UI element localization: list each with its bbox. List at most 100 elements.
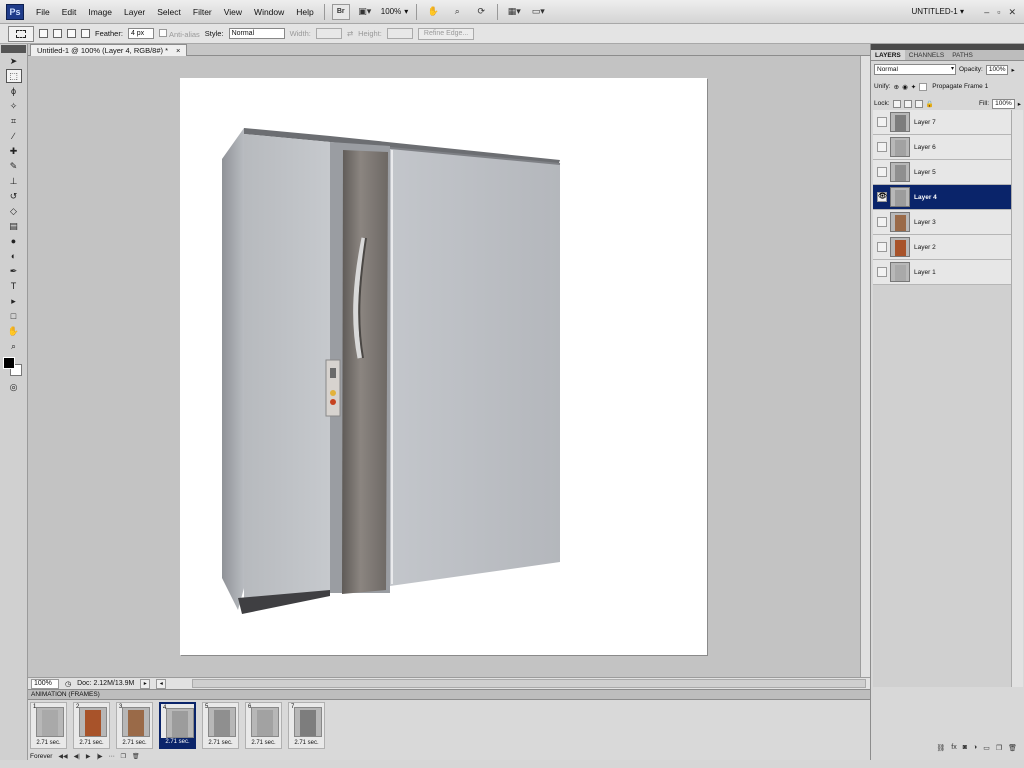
screen-mode-button[interactable]: ▭▾ [529,4,547,20]
intersect-selection-mode[interactable] [81,29,90,38]
unify-position-icon[interactable]: ⊕ [894,83,899,91]
layer-row[interactable]: Layer 7 [873,110,1011,135]
antialias-checkbox[interactable]: Anti-alias [158,28,200,39]
restore-button[interactable]: ▫ [997,0,1000,24]
new-group-icon[interactable]: ▭ [983,744,990,758]
new-selection-mode[interactable] [39,29,48,38]
healing-brush-tool-icon[interactable]: ✚ [6,144,22,158]
minimize-button[interactable]: – [984,0,989,24]
animation-frame[interactable]: 5 2.71 sec. [202,702,239,749]
zoom-level-select[interactable]: 100% ▾ [377,7,412,16]
animation-frame-selected[interactable]: 4 2.71 sec. [159,702,196,749]
animation-panel-tab[interactable]: ANIMATION (FRAMES) [28,690,870,700]
lock-position-icon[interactable] [914,99,923,108]
frame-delay[interactable]: 2.71 sec. [74,739,109,748]
frame-delay[interactable]: 2.71 sec. [161,738,194,747]
layer-style-icon[interactable]: fx [951,744,956,758]
layer-row-selected[interactable]: 👁 Layer 4 [873,185,1011,210]
animation-frame[interactable]: 6 2.71 sec. [245,702,282,749]
bridge-button[interactable]: Br [331,3,350,20]
chevron-right-icon[interactable]: ▸ [1018,100,1021,108]
close-button[interactable]: ✕ [1008,0,1016,24]
play-icon[interactable]: ▶ [86,753,91,760]
visibility-toggle[interactable] [877,167,887,177]
chevron-right-icon[interactable]: ▸ [1011,66,1014,74]
rotate-view-button[interactable]: ⟳ [472,4,490,20]
workspace-switcher[interactable]: UNTITLED-1 ▾ [912,0,964,24]
subtract-selection-mode[interactable] [67,29,76,38]
height-input[interactable] [386,28,413,39]
loop-select[interactable]: Forever [30,753,52,760]
menu-window[interactable]: Window [248,0,290,24]
menu-image[interactable]: Image [82,0,118,24]
animation-frame[interactable]: 1 2.71 sec. [30,702,67,749]
tab-paths[interactable]: PATHS [948,50,977,60]
adjustment-layer-icon[interactable]: ◑ [973,744,977,758]
canvas-area[interactable] [28,56,860,677]
zoom-tool-button[interactable]: ⌕ [448,4,466,20]
menu-help[interactable]: Help [290,0,319,24]
frame-delay[interactable]: 2.71 sec. [289,739,324,748]
hand-tool-button[interactable]: ✋ [424,4,442,20]
next-frame-icon[interactable]: |▶ [96,753,102,760]
clone-stamp-tool-icon[interactable]: ⊥ [6,174,22,188]
visibility-toggle[interactable]: 👁 [877,192,887,202]
menu-file[interactable]: File [30,0,56,24]
canvas-horizontal-scrollbar[interactable] [192,679,866,688]
visibility-toggle[interactable] [877,142,887,152]
close-icon[interactable]: × [176,45,180,56]
layer-row[interactable]: Layer 6 [873,135,1011,160]
layer-mask-icon[interactable]: ◙ [963,744,967,758]
lock-pixels-icon[interactable] [903,99,912,108]
menu-layer[interactable]: Layer [118,0,151,24]
layers-scrollbar[interactable] [1011,110,1023,687]
lock-all-icon[interactable]: 🔒 [926,100,934,108]
gradient-tool-icon[interactable]: ▤ [6,219,22,233]
rect-marquee-tool-icon[interactable]: ⬚ [5,69,22,83]
style-select[interactable]: Normal [228,28,285,39]
layer-row[interactable]: Layer 2 [873,235,1011,260]
propagate-checkbox[interactable] [919,82,928,91]
opacity-input[interactable]: 100% [985,64,1009,75]
foreground-color-swatch[interactable] [2,357,15,369]
document-tab[interactable]: Untitled-1 @ 100% (Layer 4, RGB/8#) * × [30,44,188,56]
document-canvas[interactable] [180,78,707,655]
swap-dimensions-icon[interactable]: ⇄ [347,29,353,38]
scroll-left-button[interactable]: ◂ [156,678,167,689]
blend-mode-select[interactable]: Normal ▾ [874,64,956,75]
frame-delay[interactable]: 2.71 sec. [117,739,152,748]
animation-frame[interactable]: 2 2.71 sec. [73,702,110,749]
animation-frame[interactable]: 3 2.71 sec. [116,702,153,749]
arrange-documents-button[interactable]: ▦▾ [505,4,523,20]
eyedropper-tool-icon[interactable]: ∕ [6,129,22,143]
status-zoom-input[interactable]: 100% [31,678,59,689]
visibility-toggle[interactable] [877,267,887,277]
zoom-tool-icon[interactable]: ⌕ [6,339,22,353]
path-select-tool-icon[interactable]: ▸ [6,294,22,308]
unify-style-icon[interactable]: ✦ [911,83,916,91]
status-menu-button[interactable]: ▸ [140,678,151,689]
canvas-vertical-scrollbar[interactable] [860,56,870,677]
feather-input[interactable]: 4 px [127,28,154,39]
panel-grip[interactable] [1,45,26,53]
tab-layers[interactable]: LAYERS [871,50,905,60]
tool-preset-picker[interactable] [8,25,34,42]
menu-filter[interactable]: Filter [187,0,218,24]
pen-tool-icon[interactable]: ✒ [6,264,22,278]
magic-wand-tool-icon[interactable]: ✧ [6,99,22,113]
frame-delay[interactable]: 2.71 sec. [246,739,281,748]
brush-tool-icon[interactable]: ✎ [6,159,22,173]
duplicate-frame-icon[interactable]: ❐ [121,753,126,760]
previous-frame-icon[interactable]: ◀| [74,753,80,760]
visibility-toggle[interactable] [877,217,887,227]
frame-delay[interactable]: 2.71 sec. [31,739,66,748]
layer-row[interactable]: Layer 3 [873,210,1011,235]
add-selection-mode[interactable] [53,29,62,38]
visibility-toggle[interactable] [877,117,887,127]
history-brush-tool-icon[interactable]: ↺ [6,189,22,203]
frame-delay[interactable]: 2.71 sec. [203,739,238,748]
lock-transparency-icon[interactable] [892,99,901,108]
unify-visibility-icon[interactable]: ◉ [902,83,908,91]
layer-row[interactable]: Layer 5 [873,160,1011,185]
link-layers-icon[interactable]: ⛓ [936,744,945,758]
